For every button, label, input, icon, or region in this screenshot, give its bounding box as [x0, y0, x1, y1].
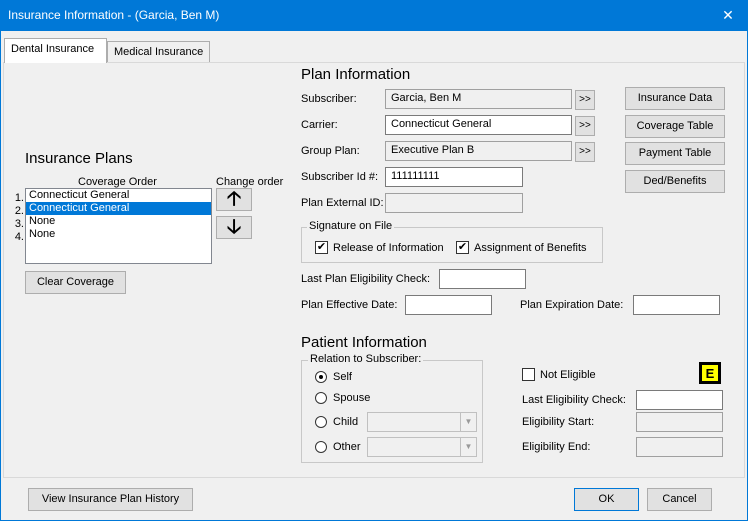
subscriber-field: Garcia, Ben M — [385, 89, 572, 109]
move-up-button[interactable]: 🡡 — [216, 188, 252, 211]
insurance-plans-title: Insurance Plans — [25, 150, 133, 167]
list-item[interactable]: Connecticut General — [26, 189, 211, 202]
assignment-of-benefits-label: Assignment of Benefits — [474, 242, 587, 254]
list-item[interactable]: None — [26, 215, 211, 228]
list-item[interactable]: None — [26, 228, 211, 241]
list-number: 1. — [14, 192, 24, 204]
plan-effective-date-field[interactable] — [405, 295, 492, 315]
not-eligible-checkbox[interactable] — [522, 368, 535, 381]
subscriber-id-label: Subscriber Id #: — [301, 171, 379, 183]
subscriber-more-button[interactable]: >> — [575, 90, 595, 110]
chevron-down-icon: ▼ — [460, 413, 476, 431]
plan-expiration-date-label: Plan Expiration Date: — [520, 299, 624, 311]
self-radio[interactable] — [315, 371, 327, 383]
eligibility-end-label: Eligibility End: — [522, 441, 591, 453]
e-icon: E — [701, 364, 719, 382]
group-plan-more-button[interactable]: >> — [575, 142, 595, 162]
spouse-radio[interactable] — [315, 392, 327, 404]
plan-information-title: Plan Information — [301, 66, 411, 83]
carrier-field[interactable]: Connecticut General — [385, 115, 572, 135]
coverage-order-label: Coverage Order — [78, 176, 157, 188]
carrier-label: Carrier: — [301, 119, 338, 131]
coverage-order-list[interactable]: Connecticut General Connecticut General … — [25, 188, 212, 264]
plan-external-id-label: Plan External ID: — [301, 197, 384, 209]
clear-coverage-button[interactable]: Clear Coverage — [25, 271, 126, 294]
list-number: 2. — [14, 205, 24, 217]
other-label: Other — [333, 441, 361, 453]
view-insurance-plan-history-button[interactable]: View Insurance Plan History — [28, 488, 193, 511]
ded-benefits-button[interactable]: Ded/Benefits — [625, 170, 725, 193]
checkmark-icon: ✔ — [316, 241, 327, 253]
child-select[interactable]: ▼ — [367, 412, 477, 432]
subscriber-id-field[interactable]: 111111111 — [385, 167, 523, 187]
eligibility-start-label: Eligibility Start: — [522, 416, 595, 428]
relation-to-subscriber-title: Relation to Subscriber: — [308, 353, 424, 365]
close-icon[interactable]: ✕ — [718, 5, 738, 25]
other-select[interactable]: ▼ — [367, 437, 477, 457]
other-radio[interactable] — [315, 441, 327, 453]
tab-dental-insurance[interactable]: Dental Insurance — [4, 38, 107, 63]
move-down-button[interactable]: 🡣 — [216, 216, 252, 239]
last-eligibility-check-field[interactable] — [636, 390, 723, 410]
arrow-up-icon: 🡡 — [226, 188, 242, 210]
not-eligible-label: Not Eligible — [540, 369, 596, 381]
spouse-label: Spouse — [333, 392, 371, 404]
list-item[interactable]: Connecticut General — [26, 202, 211, 215]
child-radio[interactable] — [315, 416, 327, 428]
checkmark-icon: ✔ — [457, 241, 468, 253]
title-bar: Insurance Information - (Garcia, Ben M) … — [0, 0, 748, 31]
change-order-label: Change order — [216, 176, 284, 188]
release-of-information-checkbox[interactable]: ✔ — [315, 241, 328, 254]
signature-on-file-title: Signature on File — [307, 220, 395, 232]
last-eligibility-check-label: Last Eligibility Check: — [522, 394, 626, 406]
chevron-down-icon: ▼ — [460, 438, 476, 456]
patient-information-title: Patient Information — [301, 334, 427, 351]
tab-medical-insurance[interactable]: Medical Insurance — [107, 41, 210, 63]
insurance-data-button[interactable]: Insurance Data — [625, 87, 725, 110]
list-number: 4. — [14, 231, 24, 243]
group-plan-label: Group Plan: — [301, 145, 360, 157]
coverage-table-button[interactable]: Coverage Table — [625, 115, 725, 138]
self-label: Self — [333, 371, 352, 383]
plan-external-id-field — [385, 193, 523, 213]
plan-expiration-date-field[interactable] — [633, 295, 720, 315]
payment-table-button[interactable]: Payment Table — [625, 142, 725, 165]
last-plan-eligibility-field[interactable] — [439, 269, 526, 289]
plan-effective-date-label: Plan Effective Date: — [301, 299, 398, 311]
list-number: 3. — [14, 218, 24, 230]
window-title: Insurance Information - (Garcia, Ben M) — [8, 8, 220, 22]
subscriber-label: Subscriber: — [301, 93, 357, 105]
carrier-more-button[interactable]: >> — [575, 116, 595, 136]
last-plan-eligibility-label: Last Plan Eligibility Check: — [301, 273, 431, 285]
ok-button[interactable]: OK — [574, 488, 639, 511]
eligibility-start-field — [636, 412, 723, 432]
release-of-information-label: Release of Information — [333, 242, 444, 254]
assignment-of-benefits-checkbox[interactable]: ✔ — [456, 241, 469, 254]
group-plan-field: Executive Plan B — [385, 141, 572, 161]
child-label: Child — [333, 416, 359, 428]
eligibility-end-field — [636, 437, 723, 457]
arrow-down-icon: 🡣 — [226, 216, 242, 238]
cancel-button[interactable]: Cancel — [647, 488, 712, 511]
e-button[interactable]: E — [699, 362, 721, 384]
